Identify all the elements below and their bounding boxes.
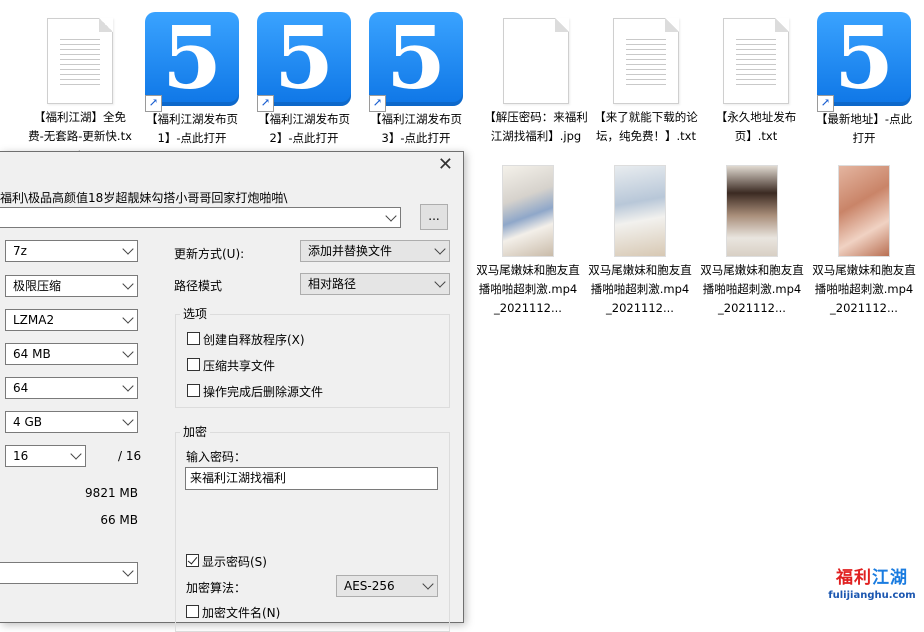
- file-label: 【永久地址发布页】.txt: [715, 110, 797, 143]
- file-label: 【来了就能下载的论坛，纯免费！】.txt: [594, 110, 698, 143]
- video-thumbnail: [838, 165, 890, 257]
- desktop-file-2[interactable]: 【解压密码：来福利江湖找福利】.jpg: [480, 18, 592, 146]
- dictionary-size-select[interactable]: 64 MB: [5, 343, 138, 365]
- file-label: 双马尾嫩妹和胞友直播啪啪超刺激.mp4_2021112...: [588, 263, 692, 315]
- encryption-group-title: 加密: [180, 425, 211, 439]
- chevron-down-icon: [70, 448, 82, 460]
- file-label: 双马尾嫩妹和胞友直播啪啪超刺激.mp4_2021112...: [700, 263, 804, 315]
- password-input[interactable]: 来福利江湖找福利: [185, 467, 438, 490]
- update-mode-select[interactable]: 添加并替换文件: [300, 240, 450, 262]
- chevron-down-icon: [122, 243, 134, 255]
- solid-block-size-select[interactable]: 4 GB: [5, 411, 138, 433]
- cpu-threads-select[interactable]: 16: [5, 445, 86, 467]
- chevron-down-icon: [122, 346, 134, 358]
- chevron-down-icon: [122, 565, 134, 577]
- chevron-down-icon: [434, 243, 446, 255]
- browse-button[interactable]: ...: [420, 204, 448, 230]
- app-5-icon: 5 ↗: [817, 12, 911, 112]
- update-mode-label: 更新方式(U):: [174, 247, 245, 261]
- path-mode-label: 路径模式: [174, 279, 223, 293]
- watermark-logo: 福利江湖 fulijianghu.com: [822, 567, 922, 611]
- desktop-shortcut-2[interactable]: 5 ↗ 【福利江湖发布页2】-点此打开: [248, 12, 360, 148]
- show-password-checkbox[interactable]: [186, 554, 199, 567]
- chevron-down-icon[interactable]: [385, 210, 397, 222]
- app-5-icon: 5 ↗: [257, 12, 351, 112]
- text-document-icon: [723, 18, 789, 104]
- file-label: 【福利江湖发布页1】-点此打开: [146, 112, 238, 145]
- file-label: 双马尾嫩妹和胞友直播啪啪超刺激.mp4_2021112...: [812, 263, 916, 315]
- file-label: 双马尾嫩妹和胞友直播啪啪超刺激.mp4_2021112...: [476, 263, 580, 315]
- image-document-icon: [503, 18, 569, 104]
- close-icon[interactable]: ✕: [438, 156, 453, 174]
- chevron-down-icon: [122, 380, 134, 392]
- word-size-select[interactable]: 64: [5, 377, 138, 399]
- app-5-icon: 5 ↗: [145, 12, 239, 112]
- show-password-label[interactable]: 显示密码(S): [202, 553, 267, 570]
- compress-shared-label[interactable]: 压缩共享文件: [203, 357, 275, 374]
- video-thumbnail: [726, 165, 778, 257]
- desktop-video-2[interactable]: 双马尾嫩妹和胞友直播啪啪超刺激.mp4_2021112...: [584, 165, 696, 318]
- memory-compress-value: 9821 MB: [85, 486, 138, 500]
- archive-format-select[interactable]: 7z: [5, 240, 138, 262]
- chevron-down-icon: [122, 414, 134, 426]
- file-label: 【最新地址】-点此打开: [815, 112, 913, 145]
- desktop-shortcut-3[interactable]: 5 ↗ 【福利江湖发布页3】-点此打开: [360, 12, 472, 148]
- desktop-shortcut-1[interactable]: 5 ↗ 【福利江湖发布页1】-点此打开: [136, 12, 248, 148]
- split-volume-combo[interactable]: [0, 562, 138, 584]
- shortcut-arrow-icon: ↗: [369, 95, 386, 112]
- compress-shared-checkbox[interactable]: [187, 358, 200, 371]
- desktop-video-4[interactable]: 双马尾嫩妹和胞友直播啪啪超刺激.mp4_2021112...: [808, 165, 920, 318]
- create-sfx-checkbox[interactable]: [187, 332, 200, 345]
- encryption-method-select[interactable]: AES-256: [336, 575, 438, 597]
- add-to-archive-dialog: ✕ 福利\极品高颜值18岁超靓妹勾搭小哥哥回家打炮啪啪\ ... 7z 极限压缩…: [0, 151, 464, 632]
- chevron-down-icon: [422, 578, 434, 590]
- desktop-file-1[interactable]: 【福利江湖】全免费-无套路-更新快.txt: [24, 18, 136, 165]
- desktop-video-3[interactable]: 双马尾嫩妹和胞友直播啪啪超刺激.mp4_2021112...: [696, 165, 808, 318]
- memory-decompress-value: 66 MB: [100, 513, 138, 527]
- desktop-file-3[interactable]: 【来了就能下载的论坛，纯免费！】.txt: [590, 18, 702, 146]
- create-sfx-label[interactable]: 创建自释放程序(X): [203, 331, 305, 348]
- path-mode-select[interactable]: 相对路径: [300, 273, 450, 295]
- compression-method-select[interactable]: LZMA2: [5, 309, 138, 331]
- compression-level-select[interactable]: 极限压缩: [5, 275, 138, 297]
- options-group-title: 选项: [180, 307, 211, 321]
- app-5-icon: 5 ↗: [369, 12, 463, 112]
- desktop-shortcut-4[interactable]: 5 ↗ 【最新地址】-点此打开: [808, 12, 920, 148]
- file-label: 【解压密码：来福利江湖找福利】.jpg: [484, 110, 588, 143]
- archive-path-text: 福利\极品高颜值18岁超靓妹勾搭小哥哥回家打炮啪啪\: [0, 191, 288, 205]
- chevron-down-icon: [122, 312, 134, 324]
- video-thumbnail: [614, 165, 666, 257]
- shortcut-arrow-icon: ↗: [257, 95, 274, 112]
- chevron-down-icon: [122, 278, 134, 290]
- video-thumbnail: [502, 165, 554, 257]
- shortcut-arrow-icon: ↗: [817, 95, 834, 112]
- threads-max-text: / 16: [118, 449, 142, 463]
- text-document-icon: [47, 18, 113, 104]
- delete-after-checkbox[interactable]: [187, 384, 200, 397]
- file-label: 【福利江湖发布页2】-点此打开: [258, 112, 350, 145]
- encryption-method-label: 加密算法：: [186, 581, 247, 595]
- delete-after-label[interactable]: 操作完成后删除源文件: [203, 383, 323, 400]
- chevron-down-icon: [434, 276, 446, 288]
- encrypt-names-checkbox[interactable]: [186, 605, 199, 618]
- watermark-url: fulijianghu.com: [828, 590, 916, 601]
- desktop-video-1[interactable]: 双马尾嫩妹和胞友直播啪啪超刺激.mp4_2021112...: [472, 165, 584, 318]
- desktop-file-4[interactable]: 【永久地址发布页】.txt: [700, 18, 812, 146]
- archive-path-combo[interactable]: [0, 207, 401, 228]
- text-document-icon: [613, 18, 679, 104]
- shortcut-arrow-icon: ↗: [145, 95, 162, 112]
- password-label: 输入密码：: [186, 450, 247, 464]
- file-label: 【福利江湖发布页3】-点此打开: [370, 112, 462, 145]
